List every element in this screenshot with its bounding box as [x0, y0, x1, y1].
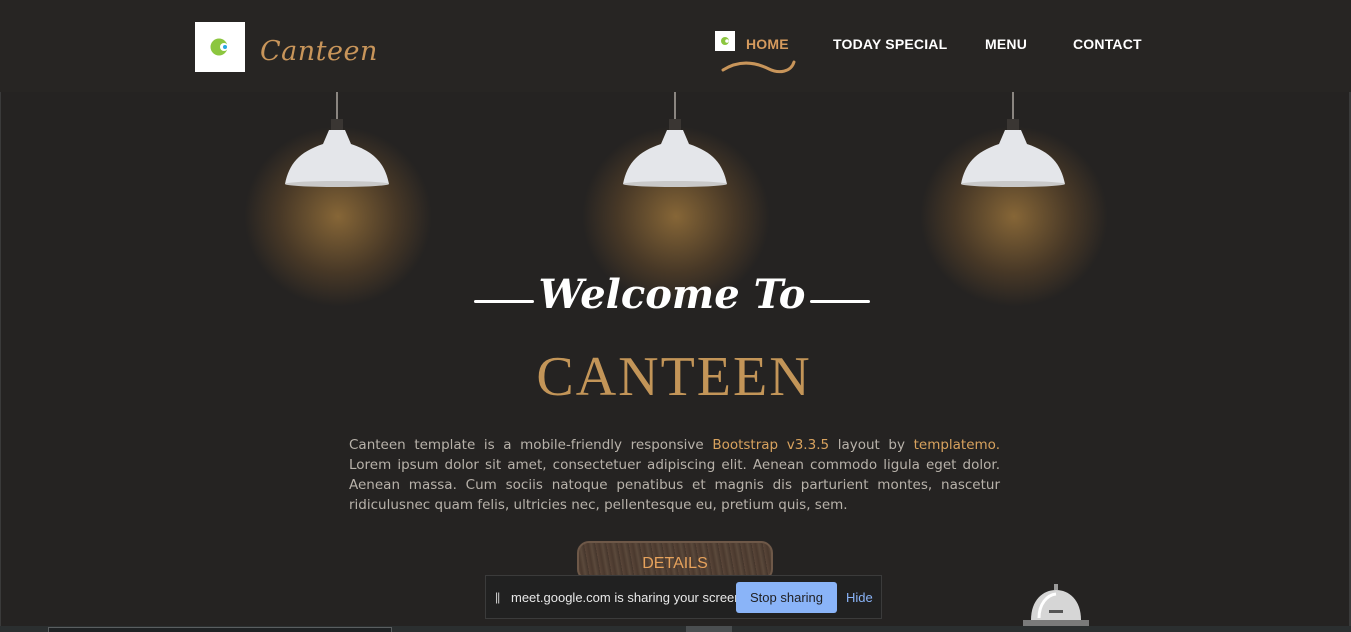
nav-active-swoosh-icon [721, 60, 796, 74]
nav-today-special[interactable]: TODAY SPECIAL [833, 36, 947, 56]
canteen-c-logo-icon [721, 37, 729, 45]
nav-contact[interactable]: CONTACT [1073, 36, 1142, 56]
home-nav-icon [715, 31, 735, 51]
logo-icon[interactable] [195, 22, 245, 72]
nav-menu[interactable]: MENU [985, 36, 1027, 56]
pause-icon: || [495, 590, 500, 604]
welcome-text: Welcome To [538, 271, 806, 318]
pendant-lamp-icon [961, 92, 1065, 187]
logo-text[interactable]: Canteen [260, 36, 378, 67]
canteen-c-logo-icon [210, 38, 228, 56]
description-text: Lorem ipsum dolor sit amet, consectetuer… [349, 456, 1000, 513]
share-message: meet.google.com is sharing your screen. [511, 590, 746, 605]
taskbar-item[interactable] [686, 626, 732, 632]
description-text: Canteen template is a mobile-friendly re… [349, 436, 713, 453]
brand-title: CANTEEN [536, 346, 812, 408]
pendant-lamp-icon [285, 92, 389, 187]
screen-share-bar: || meet.google.com is sharing your scree… [485, 575, 882, 619]
hide-button[interactable]: Hide [846, 590, 873, 605]
site-header: Canteen HOME TODAY SPECIAL MENU CONTACT [0, 0, 1351, 92]
window-border-left [0, 0, 1, 632]
taskbar-item[interactable] [48, 627, 392, 632]
stop-sharing-button[interactable]: Stop sharing [736, 582, 837, 613]
service-bell-icon[interactable] [1013, 580, 1099, 626]
welcome-heading: Welcome To [474, 266, 870, 326]
templatemo-link[interactable]: templatemo. [914, 437, 1000, 453]
description-text: layout by [829, 436, 914, 453]
taskbar-strip [0, 626, 1351, 632]
nav-home[interactable]: HOME [746, 36, 789, 56]
bootstrap-link[interactable]: Bootstrap v3.3.5 [712, 437, 829, 453]
hero-description: Canteen template is a mobile-friendly re… [349, 435, 1000, 515]
decorative-dash-right [810, 300, 870, 303]
